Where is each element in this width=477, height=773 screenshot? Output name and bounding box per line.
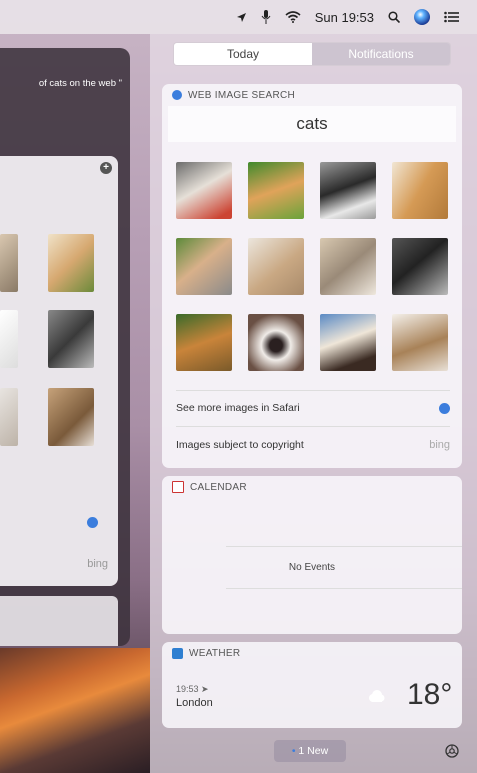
image-grid [176, 162, 448, 378]
search-query[interactable]: cats [168, 106, 456, 142]
notification-center-panel: Today Notifications WEB IMAGE SEARCH cat… [150, 34, 477, 773]
today-notifications-switch: Today Notifications [173, 42, 451, 66]
cat-image[interactable] [248, 238, 304, 295]
cat-image[interactable] [320, 238, 376, 295]
siri-window: of cats on the web " + bing [0, 48, 130, 646]
weather-temperature: 18° [407, 678, 453, 711]
see-more-label: See more images in Safari [176, 402, 300, 414]
widget-header: WEATHER [162, 642, 462, 664]
bing-logo[interactable]: bing [429, 439, 450, 451]
copyright-label: Images subject to copyright [176, 439, 304, 451]
menubar-clock[interactable]: Sun 19:53 [315, 10, 374, 25]
cat-image[interactable] [176, 162, 232, 219]
notification-center-icon[interactable] [444, 11, 459, 23]
location-arrow-icon [236, 12, 247, 23]
siri-thumbnail[interactable] [0, 234, 18, 292]
location-arrow-icon: ➤ [201, 684, 209, 694]
calendar-icon [172, 481, 184, 493]
cat-image[interactable] [392, 162, 448, 219]
widget-title: WEATHER [189, 647, 241, 659]
cat-image[interactable] [320, 162, 376, 219]
cat-image[interactable] [248, 314, 304, 371]
divider [226, 588, 462, 589]
cat-image[interactable] [176, 238, 232, 295]
siri-thumbnail[interactable] [48, 234, 94, 292]
siri-icon[interactable] [414, 9, 430, 25]
menu-bar: Sun 19:53 [0, 0, 477, 34]
widget-header: CALENDAR [162, 476, 462, 498]
cat-image[interactable] [392, 238, 448, 295]
add-to-notification-center-icon[interactable]: + [100, 162, 112, 174]
search-icon[interactable] [388, 11, 400, 23]
widget-title: CALENDAR [190, 481, 247, 493]
weather-city: London [176, 697, 213, 709]
wifi-icon[interactable] [285, 11, 301, 23]
divider [176, 390, 450, 391]
cloud-icon [369, 690, 385, 702]
cat-image[interactable] [248, 162, 304, 219]
copyright-row: Images subject to copyright bing [176, 431, 450, 459]
siri-image-results-card: + bing [0, 156, 118, 586]
no-events-text: No Events [288, 562, 336, 573]
safari-icon [439, 402, 450, 414]
weather-app-icon [172, 647, 183, 659]
siri-thumbnail[interactable] [48, 388, 94, 446]
siri-thumbnail[interactable] [0, 310, 18, 368]
safari-icon[interactable] [87, 517, 98, 528]
cat-image[interactable] [392, 314, 448, 371]
siri-query-text: of cats on the web " [38, 78, 122, 89]
new-widgets-button[interactable]: • 1 New [274, 740, 346, 762]
cat-image[interactable] [320, 314, 376, 371]
siri-thumbnail[interactable] [0, 388, 18, 446]
tab-notifications[interactable]: Notifications [312, 43, 450, 65]
cat-image[interactable] [176, 314, 232, 371]
weather-widget[interactable]: WEATHER 19:53 ➤ London 18° [162, 642, 462, 728]
settings-icon[interactable] [445, 744, 459, 758]
microphone-icon[interactable] [261, 10, 271, 24]
weather-time: 19:53 ➤ [176, 684, 209, 695]
widget-title: WEB IMAGE SEARCH [188, 89, 296, 101]
weather-time-value: 19:53 [176, 684, 199, 694]
see-more-in-safari-link[interactable]: See more images in Safari [176, 394, 450, 422]
bing-logo: bing [87, 558, 108, 570]
web-image-search-widget: WEB IMAGE SEARCH cats See more images in… [162, 84, 462, 468]
divider [226, 546, 462, 547]
siri-next-card [0, 596, 118, 646]
widget-header: WEB IMAGE SEARCH [162, 84, 462, 106]
tab-today[interactable]: Today [174, 43, 312, 65]
safari-compass-icon [172, 90, 182, 100]
calendar-widget: CALENDAR No Events [162, 476, 462, 634]
new-count: 1 New [298, 745, 329, 757]
desktop-wallpaper [0, 648, 150, 773]
divider [176, 426, 450, 427]
siri-thumbnail[interactable] [48, 310, 94, 368]
